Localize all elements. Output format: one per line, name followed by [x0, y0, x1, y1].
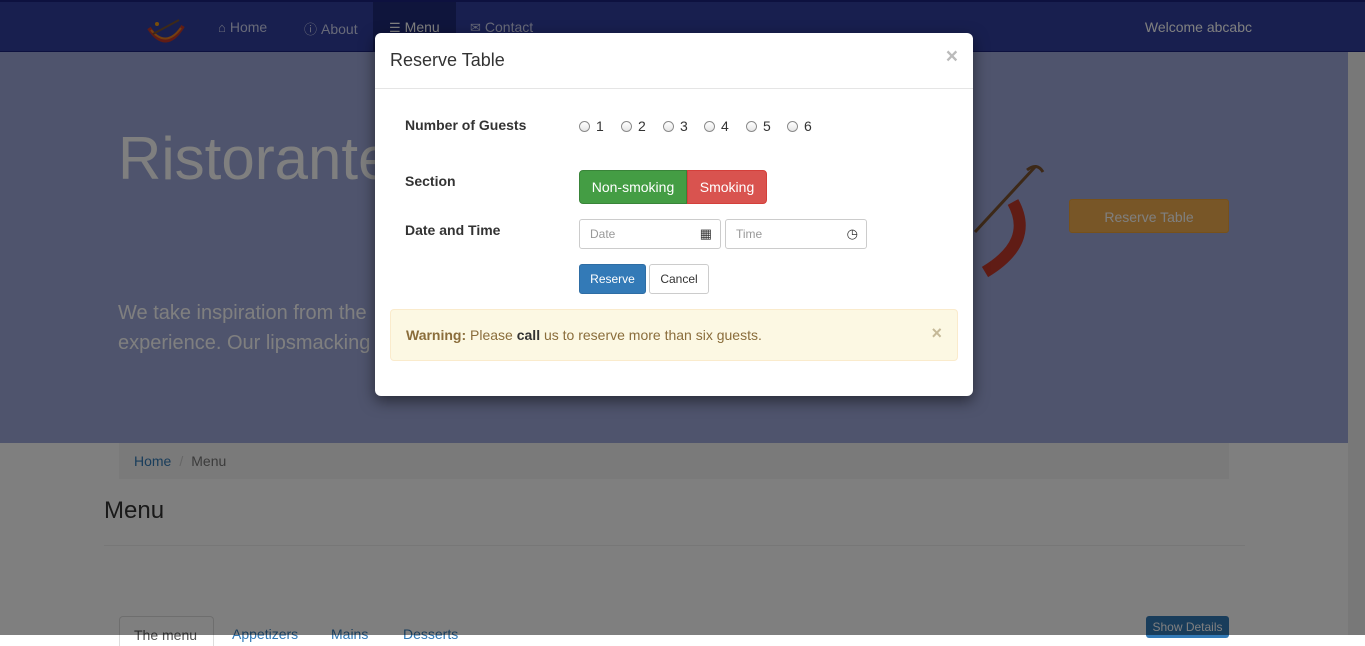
reserve-button[interactable]: Reserve [579, 264, 646, 294]
guest-option-3[interactable]: 3 [663, 118, 688, 134]
modal-close-button[interactable]: × [946, 46, 958, 67]
alert-close-button[interactable]: × [931, 324, 942, 342]
radio-circle-icon[interactable] [746, 121, 757, 132]
smoking-button[interactable]: Smoking [687, 170, 767, 204]
modal-title: Reserve Table [390, 50, 505, 70]
time-input[interactable]: Time ◷ [725, 219, 867, 249]
modal-header: Reserve Table × [375, 33, 973, 89]
radio-circle-icon[interactable] [704, 121, 715, 132]
non-smoking-button[interactable]: Non-smoking [579, 170, 687, 204]
guests-label: Number of Guests [405, 117, 527, 133]
date-input[interactable]: Date ▦ [579, 219, 721, 249]
guest-option-6[interactable]: 6 [787, 118, 812, 134]
radio-circle-icon[interactable] [663, 121, 674, 132]
guest-option-2[interactable]: 2 [621, 118, 646, 134]
reserve-table-modal: Reserve Table × Number of Guests 1 2 3 4… [375, 33, 973, 396]
guest-option-5[interactable]: 5 [746, 118, 771, 134]
radio-circle-icon[interactable] [621, 121, 632, 132]
calendar-icon[interactable]: ▦ [700, 220, 712, 248]
guest-option-4[interactable]: 4 [704, 118, 729, 134]
radio-circle-icon[interactable] [579, 121, 590, 132]
cancel-button[interactable]: Cancel [649, 264, 709, 294]
section-label: Section [405, 173, 456, 189]
guest-option-1[interactable]: 1 [579, 118, 604, 134]
clock-icon[interactable]: ◷ [847, 220, 858, 248]
warning-alert: Warning: Please call us to reserve more … [390, 309, 958, 361]
radio-circle-icon[interactable] [787, 121, 798, 132]
alert-message: Warning: Please call us to reserve more … [406, 327, 762, 343]
datetime-label: Date and Time [405, 222, 501, 238]
